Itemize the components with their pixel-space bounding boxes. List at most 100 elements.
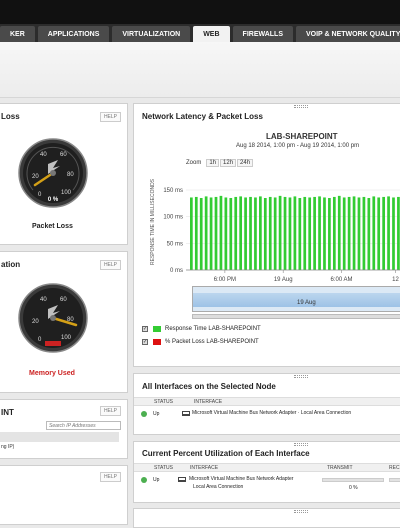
column-header: INTERFACE — [190, 465, 219, 471]
help-button[interactable]: HELP — [99, 112, 121, 122]
tab-virtualization[interactable]: VIRTUALIZATION — [112, 26, 191, 42]
bar — [234, 196, 238, 270]
ip-table-header — [0, 432, 119, 442]
status-up-icon — [141, 477, 147, 483]
bar — [298, 198, 302, 270]
interface-name[interactable]: Microsoft Virtual Machine Bus Network Ad… — [192, 410, 351, 416]
column-header: STATUS — [154, 399, 173, 405]
y-tick-label: 100 ms — [163, 215, 183, 221]
legend-checkbox[interactable]: ✓ — [142, 326, 148, 332]
y-tick-label: 150 ms — [163, 188, 183, 194]
status-up-icon — [141, 411, 147, 417]
interface-name[interactable]: Microsoft Virtual Machine Bus Network Ad… — [189, 476, 293, 482]
table-header: STATUS INTERFACE — [134, 397, 400, 406]
bar — [293, 196, 297, 270]
help-button[interactable]: HELP — [99, 260, 121, 270]
bar — [372, 196, 376, 270]
bar — [190, 197, 193, 270]
bar — [308, 197, 312, 270]
column-header: REC — [389, 465, 400, 471]
bar — [259, 196, 262, 270]
gauge-tick: 40 — [40, 297, 47, 303]
legend-packet-loss[interactable]: ✓ % Packet Loss LAB-SHAREPOINT — [142, 339, 259, 345]
drag-handle[interactable] — [294, 105, 308, 108]
status-text: Up — [153, 411, 160, 417]
column-header: TRANSMIT — [327, 465, 353, 471]
legend-swatch — [153, 339, 161, 345]
drag-handle[interactable] — [294, 443, 308, 446]
bar — [352, 196, 356, 270]
bar — [244, 197, 247, 270]
status-text: Up — [153, 477, 160, 483]
bar — [239, 196, 243, 270]
tab-applications[interactable]: APPLICATIONS — [37, 26, 110, 42]
bar — [367, 198, 371, 270]
latency-bar-chart: 0 ms 50 ms 100 ms 150 ms RESPONSE TIME IN MI… — [150, 178, 400, 283]
network-latency-panel: Network Latency & Packet Loss LAB-SHAREP… — [133, 103, 400, 367]
legend-response-time[interactable]: ✓ Response Time LAB-SHAREPOINT — [142, 326, 261, 332]
transmit-bar — [322, 478, 384, 482]
column-header: STATUS — [154, 465, 173, 471]
packet-loss-panel: Loss HELP 20 40 60 80 100 0 0 % Packet L… — [0, 103, 128, 245]
all-interfaces-panel: All Interfaces on the Selected Node STAT… — [133, 373, 400, 435]
x-tick-label: 12 — [392, 277, 399, 283]
help-button[interactable]: HELP — [99, 472, 121, 482]
legend-label: % Packet Loss LAB-SHAREPOINT — [165, 339, 259, 345]
drag-handle[interactable] — [294, 375, 308, 378]
interface-caption: Local Area Connection — [193, 484, 244, 490]
bottom-right-panel — [133, 508, 400, 528]
tab-voip-network-quality[interactable]: VOIP & NETWORK QUALITY — [296, 26, 400, 42]
bar — [313, 196, 316, 270]
memory-used-gauge: 20 40 60 80 100 0 — [18, 283, 88, 353]
bottom-left-panel: HELP — [0, 465, 128, 525]
bar — [377, 197, 381, 270]
ip-note: ng IP) — [1, 444, 15, 450]
panel-title: INT — [1, 408, 14, 417]
utilization-panel: Current Percent Utilization of Each Inte… — [133, 441, 400, 503]
panel-title: Loss — [1, 112, 20, 121]
drag-handle[interactable] — [294, 510, 308, 513]
bar — [382, 196, 385, 270]
bar — [249, 196, 252, 270]
bar — [224, 197, 228, 270]
gauge-tick: 80 — [67, 172, 74, 178]
column-header: INTERFACE — [194, 399, 223, 405]
table-row[interactable]: Up Microsoft Virtual Machine Bus Network… — [134, 408, 400, 420]
help-button[interactable]: HELP — [99, 406, 121, 416]
time-navigator[interactable]: 19 Aug — [192, 286, 400, 312]
tab-web[interactable]: WEB — [193, 26, 230, 42]
legend-swatch — [153, 326, 161, 332]
navigator-label: 19 Aug — [297, 300, 316, 306]
bar — [278, 195, 282, 270]
chart-subtitle: Aug 18 2014, 1:00 pm - Aug 19 2014, 1:00… — [236, 143, 360, 149]
bar — [328, 198, 331, 270]
bar — [229, 198, 233, 270]
bar — [362, 196, 366, 270]
module-tab-bar: KER APPLICATIONS VIRTUALIZATION WEB FIREWALL… — [0, 24, 400, 42]
bar — [194, 196, 198, 270]
gauge-caption: Memory Used — [29, 370, 75, 377]
x-tick-label: 19 Aug — [274, 277, 293, 283]
network-adapter-icon — [182, 411, 190, 416]
bar — [318, 196, 321, 270]
bar — [268, 196, 272, 270]
table-row[interactable]: Up Microsoft Virtual Machine Bus Network… — [134, 474, 400, 496]
chart-title: LAB-SHAREPOINT — [266, 132, 338, 141]
bar — [273, 197, 277, 270]
legend-label: Response Time LAB-SHAREPOINT — [165, 326, 261, 332]
gauge-tick: 100 — [61, 190, 72, 196]
gauge-tick: 100 — [61, 335, 72, 341]
panel-title: Current Percent Utilization of Each Inte… — [142, 449, 310, 458]
bar — [214, 196, 218, 270]
gauge-value: 0 % — [48, 197, 59, 203]
x-tick-label: 6:00 AM — [331, 277, 353, 283]
search-ip-input[interactable] — [46, 421, 121, 430]
tab-ker[interactable]: KER — [0, 26, 35, 42]
x-tick-label: 6:00 PM — [214, 277, 236, 283]
tab-firewalls[interactable]: FIREWALLS — [232, 26, 293, 42]
panel-title: All Interfaces on the Selected Node — [142, 382, 276, 391]
gauge-tick: 60 — [60, 297, 67, 303]
bar — [387, 196, 390, 270]
navigator-scrollbar[interactable] — [192, 314, 400, 319]
legend-checkbox[interactable]: ✓ — [142, 339, 148, 345]
